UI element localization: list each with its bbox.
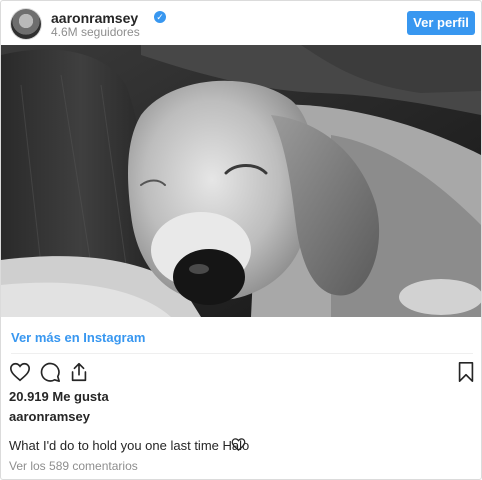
caption-username[interactable]: aaronramsey: [9, 409, 90, 424]
username-link[interactable]: aaronramsey: [51, 10, 138, 26]
avatar[interactable]: [11, 9, 41, 39]
action-bar: [1, 357, 481, 387]
share-icon[interactable]: [68, 361, 90, 388]
caption-text: What I'd do to hold you one last time Ha…: [9, 438, 250, 453]
beagle-photo: [1, 45, 481, 317]
view-comments-link[interactable]: Ver los 589 comentarios: [9, 459, 138, 473]
post-header: aaronramsey ✓ 4.6M seguidores Ver perfil: [1, 1, 481, 45]
verified-badge-icon: ✓: [154, 11, 166, 23]
view-profile-button[interactable]: Ver perfil: [407, 11, 475, 35]
heart-icon[interactable]: [9, 361, 31, 388]
divider: [11, 353, 473, 354]
view-more-link[interactable]: Ver más en Instagram: [11, 330, 145, 345]
instagram-embed-card: aaronramsey ✓ 4.6M seguidores Ver perfil: [0, 0, 482, 480]
like-count[interactable]: 20.919 Me gusta: [9, 389, 109, 404]
post-photo[interactable]: [1, 45, 481, 317]
bookmark-icon[interactable]: [455, 361, 477, 388]
comment-icon[interactable]: [39, 361, 61, 388]
follower-count: 4.6M seguidores: [51, 25, 140, 39]
caption-heart-icon: [231, 437, 246, 457]
